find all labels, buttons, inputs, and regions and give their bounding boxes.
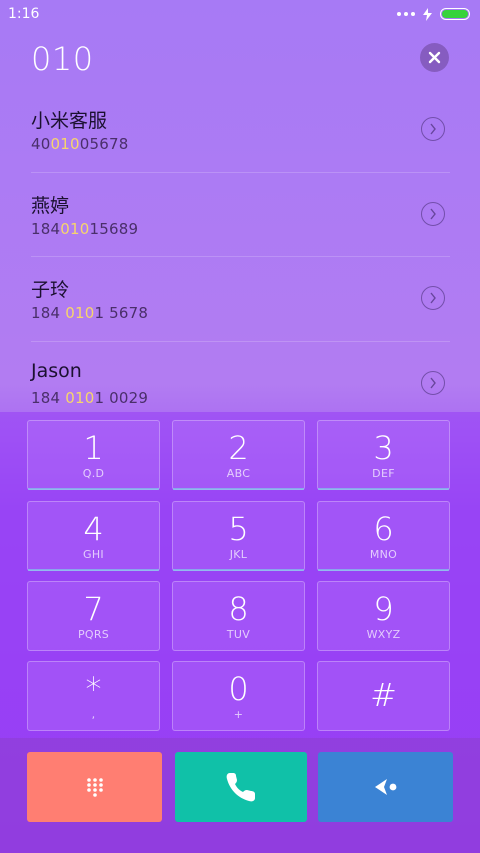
key-8[interactable]: 8 TUV <box>172 581 305 651</box>
close-icon <box>428 51 441 64</box>
key-2[interactable]: 2 ABC <box>172 420 305 490</box>
backspace-button[interactable] <box>318 752 453 822</box>
more-notifications-icon <box>397 12 415 16</box>
contact-result[interactable]: 小米客服 4001005678 <box>0 88 480 173</box>
key-6[interactable]: 6 MNO <box>317 501 450 571</box>
contact-detail-button[interactable] <box>421 286 445 310</box>
contact-detail-button[interactable] <box>421 201 445 226</box>
contact-number: 184 0101 0029 <box>31 388 149 407</box>
contact-name: 燕婷 <box>31 194 70 217</box>
chevron-right-icon <box>430 123 436 135</box>
dialpad-toggle-button[interactable] <box>27 752 162 822</box>
dialed-number: 010 <box>31 40 94 78</box>
key-9[interactable]: 9 WXYZ <box>317 581 450 651</box>
clear-button[interactable] <box>420 43 449 72</box>
contact-results-list: 小米客服 4001005678 燕婷 18401015689 子玲 184 01… <box>0 88 480 426</box>
key-1[interactable]: 1 Q.D <box>27 420 160 490</box>
action-bar <box>0 738 480 853</box>
chevron-right-icon <box>430 208 436 219</box>
chevron-right-icon <box>430 292 436 304</box>
key-5[interactable]: 5 JKL <box>172 501 305 571</box>
key-3[interactable]: 3 DEF <box>317 420 450 490</box>
key-0[interactable]: 0 + <box>172 661 305 731</box>
contact-name: 子玲 <box>31 279 70 301</box>
call-button[interactable] <box>175 752 307 822</box>
backspace-icon <box>374 779 396 795</box>
key-hash[interactable]: # <box>317 661 450 731</box>
key-4[interactable]: 4 GHI <box>27 501 160 571</box>
dial-keypad: 1 Q.D 2 ABC 3 DEF 4 GHI 5 JKL 6 MNO 7 PQRS 8 TUV… <box>0 412 480 738</box>
contact-number: 18401015689 <box>31 219 139 238</box>
charging-icon <box>423 7 432 21</box>
contact-number: 4001005678 <box>31 135 129 153</box>
key-7[interactable]: 7 PQRS <box>27 581 160 651</box>
contact-detail-button[interactable] <box>421 117 445 141</box>
key-star[interactable]: *, <box>27 661 160 731</box>
dialpad-icon <box>86 778 103 797</box>
contact-detail-button[interactable] <box>421 370 445 395</box>
contact-result[interactable]: 子玲 184 0101 5678 <box>0 257 480 342</box>
status-icons <box>397 7 470 21</box>
status-bar: 1:16 <box>0 0 480 28</box>
match-highlight: 010 <box>65 304 95 322</box>
contact-result[interactable]: 燕婷 18401015689 <box>0 173 480 258</box>
match-highlight: 010 <box>50 135 80 153</box>
status-time: 1:16 <box>8 6 40 22</box>
phone-icon <box>226 773 255 802</box>
battery-icon <box>440 8 470 20</box>
chevron-right-icon <box>430 377 436 388</box>
contact-name: 小米客服 <box>31 110 108 132</box>
match-highlight: 010 <box>65 388 95 407</box>
match-highlight: 010 <box>60 219 90 238</box>
contact-name: Jason <box>31 359 82 382</box>
contact-number: 184 0101 5678 <box>31 304 149 322</box>
